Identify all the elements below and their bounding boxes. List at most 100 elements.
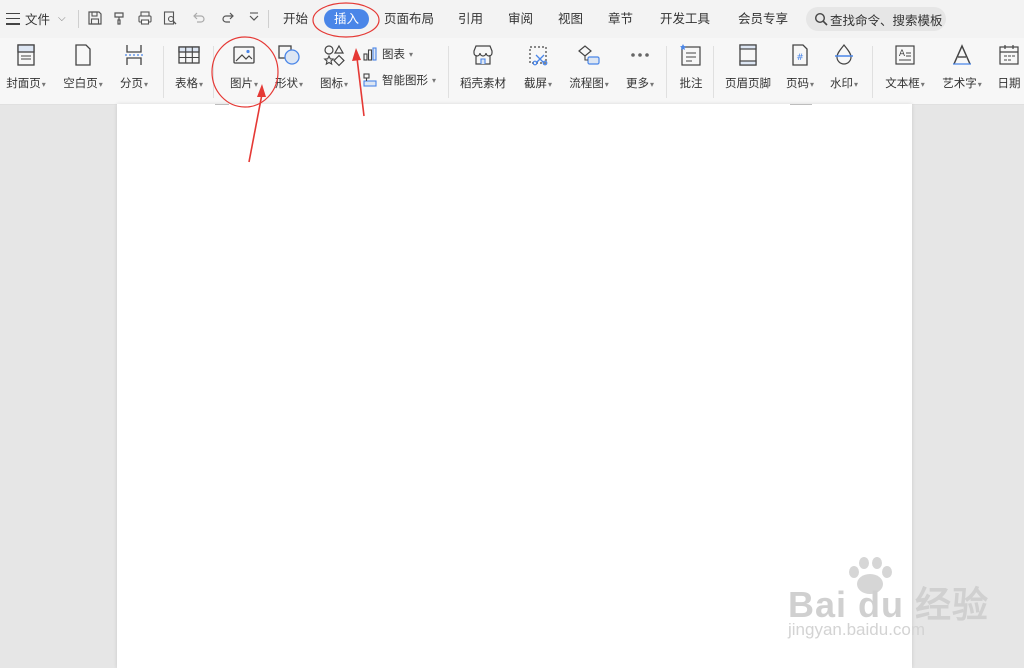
- dropdown-arrow-icon: ▾: [432, 75, 437, 85]
- page-break-button[interactable]: 分页▾: [106, 42, 162, 91]
- blank-page-icon: [70, 42, 96, 68]
- save-icon[interactable]: [86, 9, 104, 27]
- header-footer-button[interactable]: 页眉页脚: [720, 42, 776, 91]
- ribbon-divider: [872, 46, 873, 98]
- comment-button[interactable]: 批注: [663, 42, 719, 91]
- customize-toolbar-icon[interactable]: [245, 9, 263, 27]
- dropdown-arrow-icon: ▾: [198, 80, 203, 89]
- svg-text:A: A: [899, 49, 906, 59]
- screenshot-icon: [525, 42, 551, 68]
- smart-art-button[interactable]: 智能图形 ▾: [362, 72, 436, 88]
- date-label: 日期: [997, 76, 1021, 90]
- smart-art-icon: [363, 73, 377, 87]
- redo-icon[interactable]: [219, 9, 237, 27]
- date-button[interactable]: 日期: [981, 42, 1024, 91]
- flowchart-label: 流程图: [569, 76, 604, 90]
- divider: [78, 10, 79, 28]
- dropdown-arrow-icon: ▾: [343, 80, 348, 89]
- textbox-button[interactable]: A 文本框▾: [877, 42, 933, 91]
- tab-page-layout[interactable]: 页面布局: [384, 10, 434, 28]
- crop-mark: [790, 104, 812, 105]
- tab-section[interactable]: 章节: [608, 10, 633, 28]
- more-label: 更多: [625, 76, 649, 90]
- screenshot-button[interactable]: 截屏▾: [510, 42, 566, 91]
- dropdown-arrow-icon: ▾: [649, 80, 654, 89]
- watermark-icon: [831, 42, 857, 68]
- more-icon: [627, 42, 653, 68]
- watermark-url: jingyan.baidu.com: [788, 620, 926, 639]
- table-button[interactable]: 表格▾: [161, 42, 217, 91]
- chevron-down-icon: ⌵: [58, 13, 66, 24]
- header-footer-label: 页眉页脚: [725, 76, 771, 90]
- flowchart-button[interactable]: 流程图▾: [561, 42, 617, 91]
- dropdown-arrow-icon: ▾: [547, 80, 552, 89]
- print-icon[interactable]: [136, 9, 154, 27]
- tab-developer[interactable]: 开发工具: [660, 10, 710, 28]
- ribbon-divider: [448, 46, 449, 98]
- watermark-logo: Bai du 经验 jingyan.baidu.com: [786, 556, 1018, 664]
- blank-page-button[interactable]: 空白页▾: [55, 42, 111, 91]
- svg-text:#: #: [796, 53, 804, 63]
- comment-label: 批注: [679, 76, 703, 90]
- chart-icon: [363, 47, 377, 61]
- tab-references[interactable]: 引用: [458, 10, 483, 28]
- divider: [268, 10, 269, 28]
- dropdown-arrow-icon: ▾: [298, 80, 303, 89]
- cover-page-icon: [13, 42, 39, 68]
- dropdown-arrow-icon: ▾: [920, 80, 925, 89]
- watermark-label: 水印: [829, 76, 853, 90]
- smart-art-label: 智能图形: [382, 73, 428, 87]
- comment-icon: [678, 42, 704, 68]
- tab-home[interactable]: 开始: [283, 10, 308, 28]
- icons-label: 图标: [319, 76, 343, 90]
- page-break-icon: [121, 42, 147, 68]
- docer-material-label: 稻壳素材: [460, 76, 506, 90]
- chart-button[interactable]: 图表 ▾: [362, 46, 413, 62]
- file-menu[interactable]: 文件 ⌵: [6, 9, 66, 28]
- dropdown-arrow-icon: ▾: [409, 49, 414, 59]
- page-number-icon: #: [787, 42, 813, 68]
- search-input[interactable]: 查找命令、搜索模板: [806, 7, 946, 31]
- date-icon: [996, 42, 1022, 68]
- dropdown-arrow-icon: ▾: [853, 80, 858, 89]
- chart-label: 图表: [382, 47, 405, 61]
- print-preview-icon[interactable]: [161, 9, 179, 27]
- wordart-icon: [949, 42, 975, 68]
- dropdown-arrow-icon: ▾: [809, 80, 814, 89]
- picture-icon: [231, 42, 257, 68]
- icons-icon: [321, 42, 347, 68]
- format-painter-icon[interactable]: [111, 9, 129, 27]
- icons-button[interactable]: 图标▾: [306, 42, 362, 91]
- cover-page-button[interactable]: 封面页▾: [0, 42, 54, 91]
- page-number-label: 页码: [785, 76, 809, 90]
- file-menu-label: 文件: [25, 12, 51, 27]
- textbox-label: 文本框: [885, 76, 920, 90]
- crop-mark: [215, 104, 229, 105]
- shape-label: 形状: [274, 76, 298, 90]
- flowchart-icon: [576, 42, 602, 68]
- dropdown-arrow-icon: ▾: [41, 80, 46, 89]
- menu-bar: 文件 ⌵ 开始 插入 页面布局 引用 审阅 视图 章节 开发工具 会员专享 查找…: [0, 0, 1024, 38]
- undo-icon[interactable]: [187, 9, 211, 27]
- dropdown-arrow-icon: ▾: [98, 80, 103, 89]
- page-break-label: 分页: [119, 76, 143, 90]
- header-footer-icon: [735, 42, 761, 68]
- textbox-icon: A: [892, 42, 918, 68]
- search-placeholder: 查找命令、搜索模板: [830, 12, 943, 28]
- blank-page-label: 空白页: [63, 76, 98, 90]
- more-button[interactable]: 更多▾: [612, 42, 668, 91]
- docer-material-icon: [470, 42, 496, 68]
- shape-icon: [276, 42, 302, 68]
- tab-insert[interactable]: 插入: [324, 9, 370, 29]
- dropdown-arrow-icon: ▾: [143, 80, 148, 89]
- search-icon: [814, 12, 828, 26]
- docer-material-button[interactable]: 稻壳素材: [455, 42, 511, 91]
- tab-view[interactable]: 视图: [558, 10, 583, 28]
- watermark-button[interactable]: 水印▾: [816, 42, 872, 91]
- wordart-label: 艺术字: [942, 76, 977, 90]
- picture-label: 图片: [229, 76, 253, 90]
- tab-membership[interactable]: 会员专享: [738, 10, 788, 28]
- hamburger-icon: [6, 12, 20, 25]
- tab-review[interactable]: 审阅: [508, 10, 533, 28]
- table-label: 表格: [174, 76, 198, 90]
